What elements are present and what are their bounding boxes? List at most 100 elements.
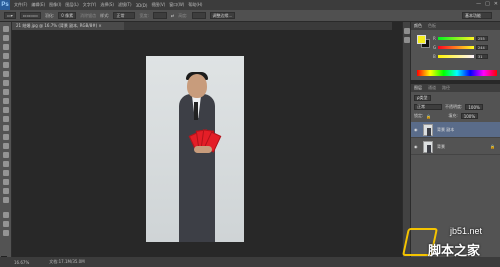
photoshop-logo: Ps	[0, 0, 10, 10]
color-panel: 颜色 色板 R 255 G 244 B 31	[410, 22, 500, 80]
quick-mask-icon[interactable]	[3, 221, 9, 227]
tools-panel	[0, 22, 12, 265]
quick-select-tool-icon[interactable]	[3, 53, 9, 59]
color-panel-tabs: 颜色 色板	[411, 22, 500, 30]
screen-mode-icon[interactable]	[3, 230, 9, 236]
opacity-input[interactable]: 100%	[465, 104, 483, 110]
menu-filter[interactable]: 滤镜(T)	[118, 2, 132, 8]
layer-thumbnail	[423, 123, 433, 136]
menu-view[interactable]: 视图(V)	[151, 2, 165, 8]
history-brush-tool-icon[interactable]	[3, 107, 9, 113]
feather-label: 羽化:	[44, 12, 55, 18]
antialias-checkbox[interactable]: 消除锯齿	[80, 13, 96, 19]
document-image[interactable]	[146, 56, 244, 242]
menu-layer[interactable]: 图层(L)	[65, 2, 78, 8]
maximize-button[interactable]: □	[485, 1, 490, 7]
zoom-level[interactable]: 16.67%	[14, 260, 29, 265]
menu-type[interactable]: 文字(Y)	[83, 2, 97, 8]
eyedropper-tool-icon[interactable]	[3, 71, 9, 77]
status-bar: 16.67% 文档:17.1M/35.0M	[0, 257, 500, 267]
blue-value[interactable]: 31	[476, 54, 488, 59]
layer-name: 背景 副本	[437, 126, 455, 132]
width-input[interactable]	[152, 12, 167, 19]
red-slider[interactable]: R 255	[433, 36, 489, 41]
menu-select[interactable]: 选择(S)	[100, 2, 114, 8]
path-select-tool-icon[interactable]	[3, 170, 9, 176]
document-tab[interactable]: 21 结婚.jpg @ 16.7% (背景 副本, RGB/8#) ×	[12, 22, 124, 30]
red-value[interactable]: 255	[476, 36, 488, 41]
color-spectrum[interactable]	[417, 70, 497, 76]
style-label: 样式:	[100, 12, 110, 18]
canvas-area[interactable]	[12, 30, 410, 257]
tab-layers[interactable]: 图层	[414, 85, 422, 91]
menu-image[interactable]: 图像(I)	[49, 2, 61, 8]
lock-row: 锁定: 🔒 填充: 100%	[414, 113, 479, 119]
eraser-tool-icon[interactable]	[3, 116, 9, 122]
blur-tool-icon[interactable]	[3, 134, 9, 140]
fill-label: 填充:	[448, 113, 458, 118]
menu-edit[interactable]: 编辑(E)	[31, 2, 45, 8]
man-hands	[194, 146, 212, 153]
layer-row[interactable]: ◉ 背景 🔒	[411, 139, 500, 155]
menu-bar: Ps 文件(F) 编辑(E) 图像(I) 图层(L) 文字(Y) 选择(S) 滤…	[0, 0, 500, 10]
opacity-label: 不透明度:	[445, 104, 463, 109]
feather-input[interactable]: 0 像素	[58, 12, 77, 19]
green-value[interactable]: 244	[476, 45, 488, 50]
gradient-tool-icon[interactable]	[3, 125, 9, 131]
pen-tool-icon[interactable]	[3, 152, 9, 158]
menu-window[interactable]: 窗口(W)	[169, 2, 184, 8]
zoom-tool-icon[interactable]	[3, 197, 9, 203]
collapsed-panel-dock	[402, 22, 410, 257]
tool-preset-picker[interactable]: ▭▾	[4, 12, 16, 19]
document-size: 文档:17.1M/35.0M	[49, 259, 85, 264]
green-slider[interactable]: G 244	[433, 45, 489, 50]
menu-file[interactable]: 文件(F)	[14, 2, 27, 8]
healing-brush-tool-icon[interactable]	[3, 80, 9, 86]
dodge-tool-icon[interactable]	[3, 143, 9, 149]
hand-tool-icon[interactable]	[3, 188, 9, 194]
close-button[interactable]: ✕	[494, 1, 498, 7]
visibility-eye-icon[interactable]: ◉	[414, 144, 419, 149]
menu-help[interactable]: 帮助(H)	[188, 2, 202, 8]
swap-icon[interactable]: ⇄	[171, 13, 174, 18]
move-tool-icon[interactable]	[3, 26, 9, 32]
style-select[interactable]: 正常	[113, 12, 136, 19]
watermark-text: 脚本之家	[428, 244, 481, 259]
menu-3d[interactable]: 3D(D)	[136, 3, 148, 8]
minimize-button[interactable]: —	[476, 1, 481, 7]
blend-mode-select[interactable]: 正常	[414, 104, 442, 110]
blue-slider[interactable]: B 31	[433, 54, 489, 59]
tab-paths[interactable]: 路径	[442, 85, 450, 91]
tab-color[interactable]: 颜色	[414, 23, 422, 29]
blend-row: 正常 不透明度: 100%	[414, 104, 483, 110]
layer-row[interactable]: ◉ 背景 副本	[411, 122, 500, 138]
layer-filter-row: ρ类型	[414, 95, 431, 101]
lasso-tool-icon[interactable]	[3, 44, 9, 50]
clone-stamp-tool-icon[interactable]	[3, 98, 9, 104]
document-tab-bar: 21 结婚.jpg @ 16.7% (背景 副本, RGB/8#) ×	[12, 22, 392, 30]
options-bar: ▭▾ ▭▭▭▭ 羽化: 0 像素 消除锯齿 样式: 正常 宽度: ⇄ 高度: 调…	[0, 10, 500, 22]
workspace-select[interactable]: 基本功能	[462, 12, 492, 19]
tab-swatches[interactable]: 色板	[428, 23, 436, 29]
selection-mode-buttons[interactable]: ▭▭▭▭	[19, 12, 41, 19]
shape-tool-icon[interactable]	[3, 179, 9, 185]
layer-thumbnail	[423, 140, 433, 153]
lock-label: 锁定:	[414, 113, 424, 118]
marquee-tool-icon[interactable]	[3, 35, 9, 41]
type-tool-icon[interactable]	[3, 161, 9, 167]
lock-icon[interactable]: 🔒	[426, 114, 431, 119]
layer-filter-select[interactable]: ρ类型	[414, 95, 431, 101]
brush-tool-icon[interactable]	[3, 89, 9, 95]
visibility-eye-icon[interactable]: ◉	[414, 127, 419, 132]
crop-tool-icon[interactable]	[3, 62, 9, 68]
fill-input[interactable]: 100%	[460, 113, 479, 119]
tab-channels[interactable]: 通道	[428, 85, 436, 91]
height-label: 高度:	[178, 12, 188, 18]
window-controls: — □ ✕	[476, 1, 498, 7]
extras-tool-icon[interactable]	[3, 212, 9, 218]
man-face	[187, 74, 207, 98]
height-input[interactable]	[191, 12, 206, 19]
watermark-url: jb51.net	[450, 226, 483, 236]
refine-edge-button[interactable]: 调整边缘...	[209, 12, 236, 19]
color-fg-swatch[interactable]	[417, 35, 426, 44]
